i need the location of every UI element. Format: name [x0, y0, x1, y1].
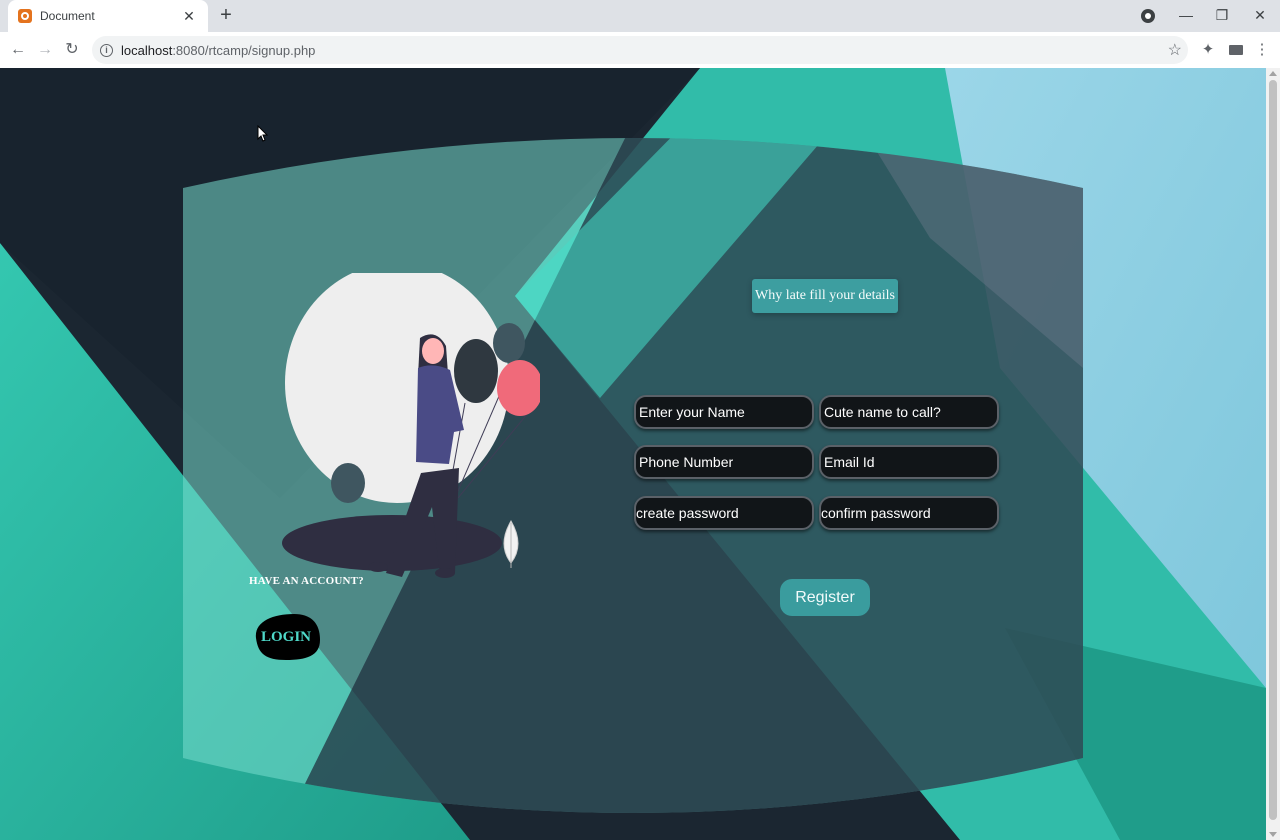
close-window-button[interactable]: ✕: [1242, 0, 1278, 32]
forward-button[interactable]: →: [33, 38, 57, 62]
name-field[interactable]: [634, 395, 814, 429]
scroll-down-arrow-icon[interactable]: [1269, 832, 1277, 837]
password-field[interactable]: [634, 496, 814, 530]
url-host: localhost: [121, 42, 173, 58]
balloon-icon: [454, 339, 498, 403]
confirm-password-field[interactable]: [819, 496, 999, 530]
login-label: LOGIN: [260, 629, 311, 645]
restore-button[interactable]: ❐: [1204, 0, 1240, 32]
balloon-icon: [331, 463, 365, 503]
tab-close-icon[interactable]: ✕: [180, 8, 198, 25]
new-tab-button[interactable]: +: [214, 4, 238, 28]
address-bar[interactable]: i localhost :8080/rtcamp/signup.php ☆: [92, 36, 1188, 64]
bookmark-star-icon[interactable]: ☆: [1168, 40, 1182, 60]
extensions-puzzle-icon[interactable]: ✦: [1198, 40, 1218, 60]
reload-button[interactable]: ↻: [60, 38, 84, 62]
signup-card: [183, 138, 1083, 813]
scrollbar-thumb[interactable]: [1269, 80, 1277, 820]
email-field[interactable]: [819, 445, 999, 479]
site-info-icon[interactable]: i: [100, 43, 113, 57]
xampp-favicon-icon: [18, 9, 32, 23]
page-scrollbar[interactable]: [1266, 68, 1280, 840]
nickname-field[interactable]: [819, 395, 999, 429]
media-control-icon[interactable]: [1229, 45, 1243, 55]
have-account-text: HAVE AN ACCOUNT?: [249, 575, 364, 587]
login-button[interactable]: LOGIN: [250, 612, 322, 662]
woman-with-balloons-illustration: [282, 273, 540, 578]
minimize-button[interactable]: —: [1168, 0, 1204, 32]
browser-toolbar: ← → ↻ i localhost :8080/rtcamp/signup.ph…: [0, 32, 1280, 68]
details-banner: Why late fill your details: [752, 279, 898, 313]
extension-location-icon[interactable]: [1141, 9, 1155, 23]
signup-page: Why late fill your details Register HAVE…: [0, 68, 1266, 840]
phone-field[interactable]: [634, 445, 814, 479]
register-button[interactable]: Register: [780, 579, 870, 616]
browser-menu-icon[interactable]: ⋮: [1252, 40, 1272, 60]
scroll-up-arrow-icon[interactable]: [1269, 71, 1277, 76]
mouse-cursor-icon: [257, 125, 269, 142]
balloon-icon: [493, 323, 525, 363]
back-button[interactable]: ←: [6, 38, 30, 62]
browser-tab[interactable]: Document ✕: [8, 0, 208, 32]
url-path: :8080/rtcamp/signup.php: [172, 42, 316, 58]
tab-title: Document: [40, 9, 95, 23]
tab-strip: Document ✕ + — ❐ ✕: [0, 0, 1280, 32]
